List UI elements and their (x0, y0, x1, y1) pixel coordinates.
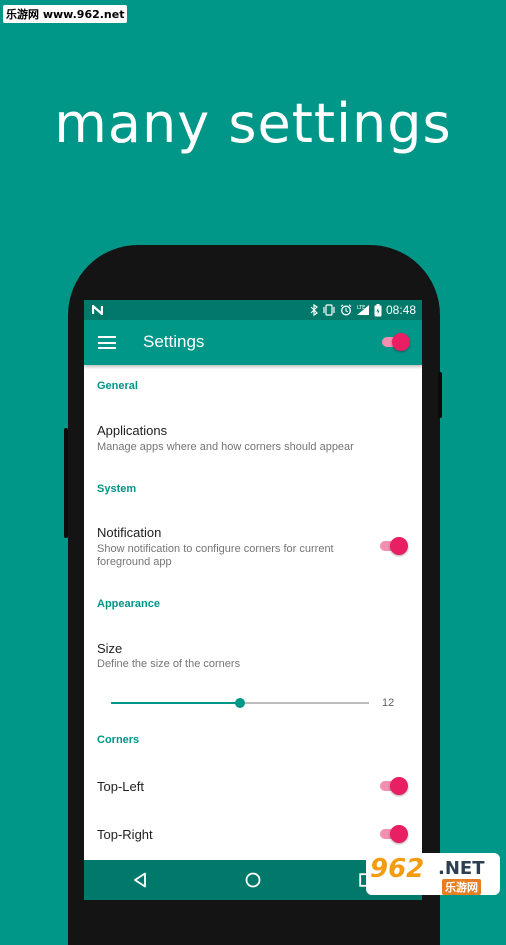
master-toggle[interactable] (382, 333, 410, 351)
phone-screen: LTE 08:48 Settings General Applications … (84, 300, 422, 900)
site-logo: 962 .NET 乐游网 (366, 853, 500, 895)
clock: 08:48 (385, 303, 416, 317)
status-bar: LTE 08:48 (84, 300, 422, 320)
logo-number: 962 (370, 854, 425, 884)
top-left-title: Top-Left (97, 779, 144, 794)
applications-subtitle: Manage apps where and how corners should… (97, 441, 354, 453)
phone-side-button-left (64, 428, 68, 538)
top-left-toggle[interactable] (380, 777, 408, 795)
settings-list: General Applications Manage apps where a… (84, 365, 422, 860)
lte-signal-icon: LTE (356, 305, 369, 315)
logo-chinese: 乐游网 (442, 879, 481, 895)
size-value: 12 (382, 697, 395, 709)
alarm-icon (340, 304, 352, 316)
battery-icon (374, 303, 382, 316)
section-system: System (97, 483, 137, 495)
notification-subtitle: Show notification to configure corners f… (97, 543, 334, 568)
app-bar: Settings (84, 320, 422, 365)
page-title: Settings (143, 332, 205, 351)
bluetooth-icon (310, 304, 318, 316)
notification-toggle[interactable] (380, 537, 408, 555)
logo-suffix: .NET (438, 858, 485, 879)
back-icon[interactable] (133, 872, 147, 888)
size-slider[interactable] (111, 698, 369, 708)
applications-title: Applications (97, 423, 168, 438)
size-title: Size (97, 641, 123, 656)
n-icon (92, 305, 103, 315)
watermark: 乐游网 www.962.net (3, 5, 128, 23)
top-right-toggle[interactable] (380, 825, 408, 843)
size-subtitle: Define the size of the corners (97, 658, 241, 670)
phone-side-button (438, 372, 442, 418)
svg-text:LTE: LTE (357, 305, 365, 311)
headline: many settings (54, 92, 452, 155)
section-appearance: Appearance (97, 598, 160, 610)
menu-icon[interactable] (98, 336, 116, 349)
top-right-title: Top-Right (97, 827, 153, 842)
notification-title: Notification (97, 525, 162, 540)
slider-thumb[interactable] (235, 698, 245, 708)
slider-fill (111, 702, 240, 704)
vibrate-icon (323, 304, 335, 316)
home-icon[interactable] (245, 872, 261, 888)
section-corners: Corners (97, 734, 140, 746)
section-general: General (97, 380, 138, 392)
